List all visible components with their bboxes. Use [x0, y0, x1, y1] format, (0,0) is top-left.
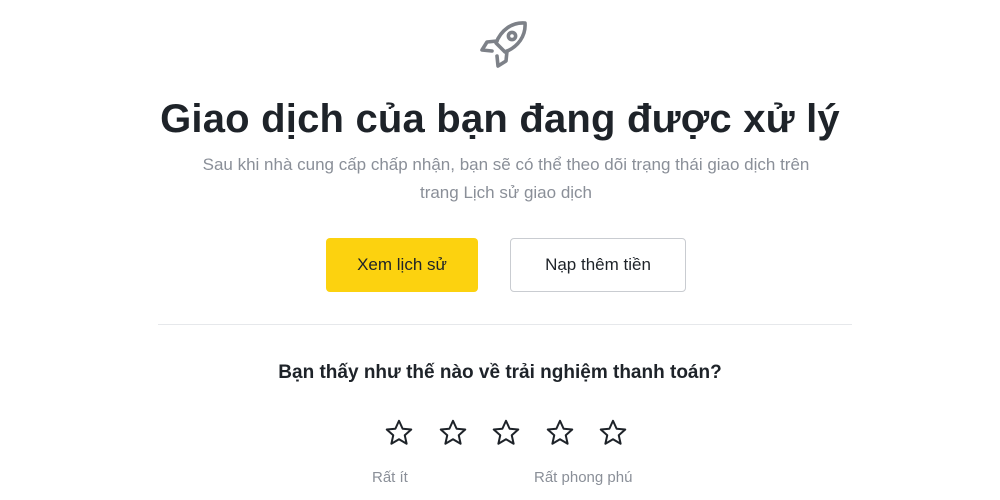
star-4-icon[interactable]	[545, 418, 575, 448]
page-subtitle: Sau khi nhà cung cấp chấp nhận, bạn sẽ c…	[150, 151, 862, 207]
subtitle-line-2: trang Lịch sử giao dịch	[419, 183, 593, 202]
divider	[158, 324, 852, 325]
feedback-question: Bạn thấy như thế nào về trải nghiệm than…	[278, 362, 722, 383]
star-2-icon[interactable]	[438, 418, 468, 448]
add-funds-button-label: Nạp thêm tiền	[545, 255, 651, 274]
star-5-icon[interactable]	[598, 418, 628, 448]
star-1-icon[interactable]	[384, 418, 414, 448]
star-3-icon[interactable]	[491, 418, 521, 448]
add-funds-button[interactable]: Nạp thêm tiền	[510, 238, 686, 292]
rating-low-label: Rất ít	[372, 469, 408, 486]
view-history-button-label: Xem lịch sử	[357, 255, 447, 274]
view-history-button[interactable]: Xem lịch sử	[326, 238, 478, 292]
transaction-processing-page: Giao dịch của bạn đang được xử lý Sau kh…	[0, 0, 1000, 500]
rating-high-label: Rất phong phú	[534, 469, 633, 486]
page-title: Giao dịch của bạn đang được xử lý	[160, 97, 840, 141]
subtitle-line-1: Sau khi nhà cung cấp chấp nhận, bạn sẽ c…	[202, 155, 810, 174]
rocket-icon	[480, 21, 527, 68]
